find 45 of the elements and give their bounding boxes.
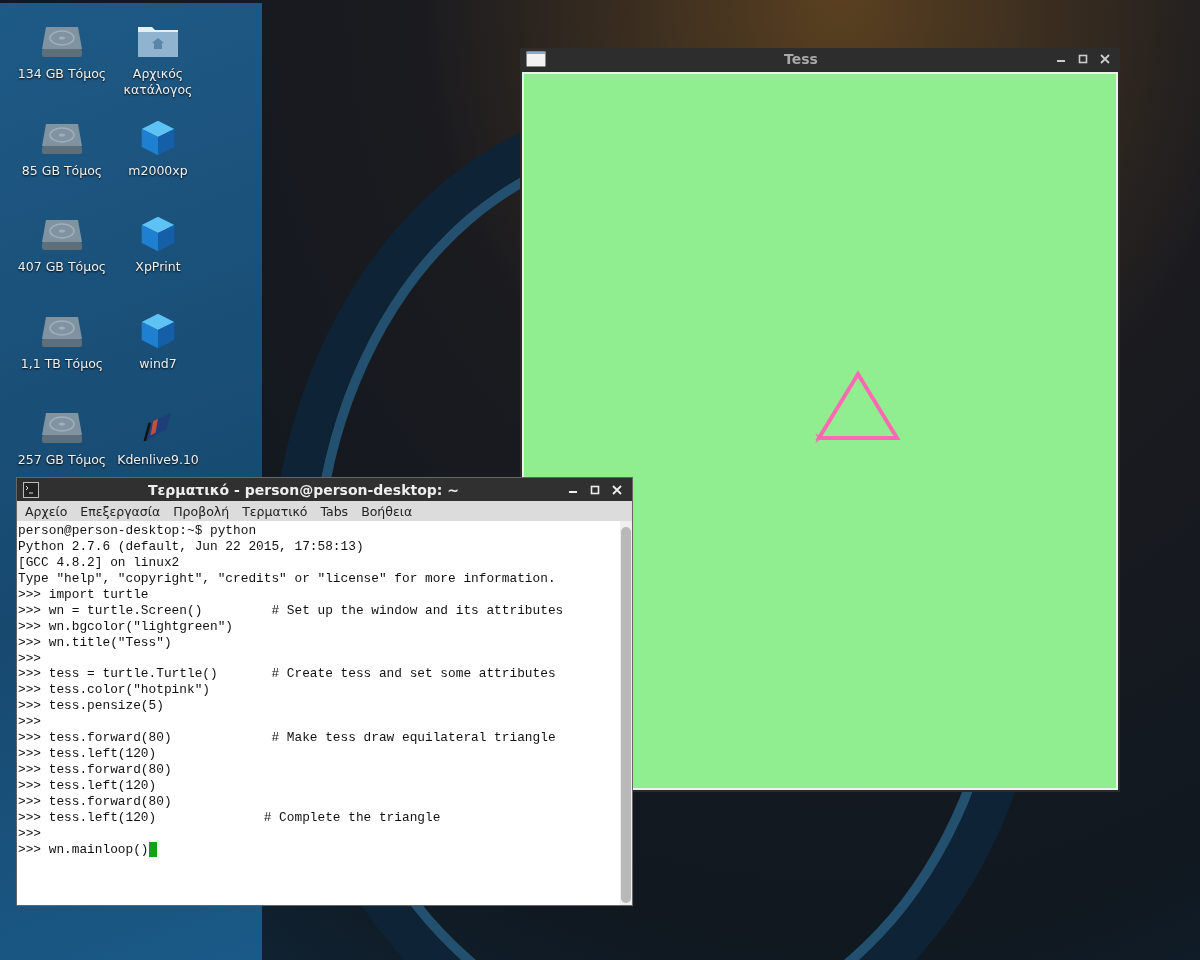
terminal-line: >>> wn.title("Tess") [18,634,172,651]
close-icon[interactable] [1100,54,1110,64]
terminal-line: >>> wn.mainloop() [18,841,149,858]
terminal-line: >>> tess.pensize(5) [18,698,164,715]
terminal-line: >>> [18,650,42,667]
menu-item[interactable]: Επεξεργασία [80,503,161,519]
menu-item[interactable]: Tabs [320,503,349,519]
desktop-icon-label[interactable]: wind7 [139,355,177,372]
terminal-line: >>> tess.left(120) [18,778,157,794]
desktop-icon-label[interactable]: Αρχικός κατάλογος [110,66,206,98]
terminal-line: >>> wn = turtle.Screen() # Set up the window and its attributes [18,602,564,619]
desktop-icon-label[interactable]: Kdenlive9.10 [117,452,199,468]
desktop-icon-label[interactable]: 257 GB Τόμος [17,452,107,468]
scrollbar-thumb[interactable] [621,527,631,903]
terminal-line: >>> tess.color("hotpink") [18,682,210,699]
menu-item[interactable]: Βοήθεια [361,503,413,519]
terminal-line: >>> [18,825,42,842]
text-cursor [148,842,157,858]
window-title: Τερματικό - person@person-desktop: ~ [147,481,460,498]
desktop-icon-label[interactable]: 85 GB Τόμος [21,162,103,179]
terminal-line: Python 2.7.6 (default, Jun 22 2015, 17:58:13) [18,538,364,555]
menu-item[interactable]: Προβολή [173,503,230,519]
terminal-line: Type "help", "copyright", "credits" or "license" for more information. [18,570,556,587]
terminal-line: >>> tess.left(120) # Complete the triangle [18,809,441,826]
terminal-line: >>> tess.left(120) [18,746,157,763]
desktop-icon-label[interactable]: XpPrint [135,259,181,275]
terminal-line: >>> import turtle [18,586,149,603]
terminal-line: >>> tess.forward(80) # Make tess draw equilateral triangle [18,730,556,747]
window-app-icon [526,51,546,67]
terminal-line: >>> wn.bgcolor("lightgreen") [18,618,234,635]
terminal-line: person@person-desktop:~$ python [18,523,257,539]
terminal-line: >>> tess = turtle.Turtle() # Create tess and set some attributes [18,666,556,683]
terminal-line: >>> [18,714,42,731]
menu-item[interactable]: Τερματικό [242,503,308,519]
window-title: Tess [783,51,819,67]
terminal-icon [23,481,39,498]
terminal-line: [GCC 4.8.2] on linux2 [18,554,180,571]
terminal-line: >>> tess.forward(80) [18,793,172,810]
desktop-icon-label[interactable]: m2000xp [128,162,188,179]
maximize-icon[interactable] [1078,54,1088,64]
menu-item[interactable]: Αρχείο [25,503,68,519]
desktop-icon-label[interactable]: 407 GB Τόμος [17,259,107,275]
terminal-line: >>> tess.forward(80) [18,762,172,778]
desktop-icon-label[interactable]: 1,1 TB Τόμος [20,355,104,372]
desktop-icon-label[interactable]: 134 GB Τόμος [17,66,107,82]
